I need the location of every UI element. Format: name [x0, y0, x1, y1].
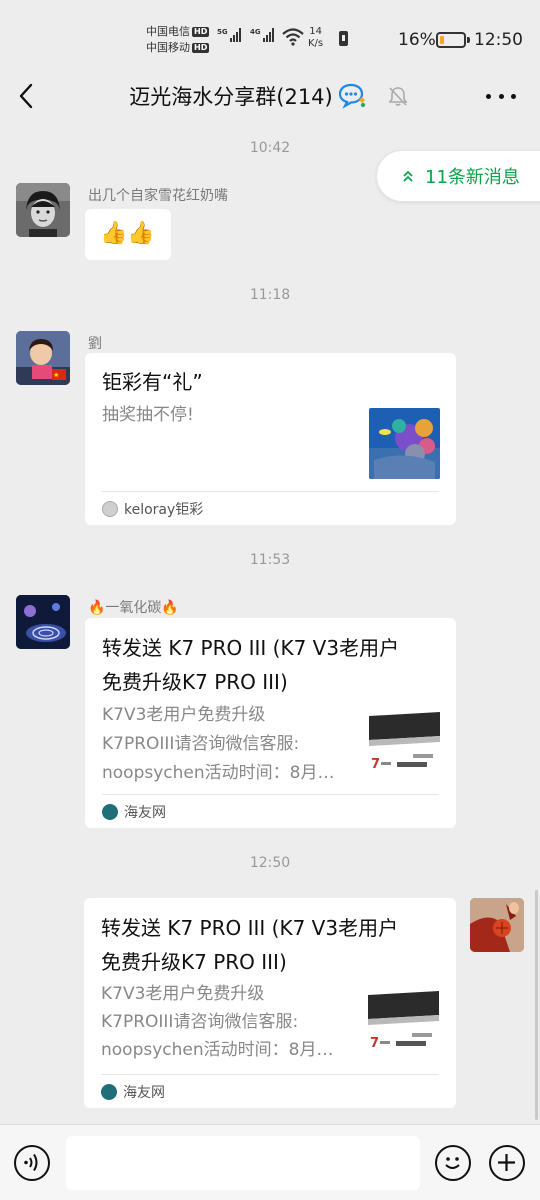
- status-bar: 中国电信 HD 中国移动 HD 5G 4G 14 K/s 16% 12:50: [0, 0, 540, 72]
- emoji-button[interactable]: [435, 1145, 471, 1181]
- sender-name: 🔥一氧化碳🔥: [88, 600, 179, 616]
- mute-bell-icon: [388, 87, 408, 106]
- card-source: 海友网: [102, 802, 166, 822]
- sim-card-icon: [339, 31, 348, 46]
- wifi-icon: [282, 28, 304, 46]
- shared-link-card[interactable]: 转发送 K7 PRO III (K7 V3老用户 免费升级K7 PRO III)…: [84, 898, 456, 1108]
- avatar[interactable]: [470, 898, 524, 952]
- sender-name: 劉: [88, 336, 102, 352]
- sender-name: 出几个自家雪花红奶嘴: [88, 188, 228, 204]
- card-description-line-3: noopsychen活动时间：8月…: [102, 763, 335, 783]
- card-title-line-1: 转发送 K7 PRO III (K7 V3老用户: [102, 636, 400, 660]
- battery-icon: [436, 32, 470, 48]
- battery-percent: 16%: [398, 30, 436, 50]
- chat-title-wrap: 迈光海水分享群(214): [0, 81, 540, 111]
- svg-text:7: 7: [371, 757, 380, 772]
- card-description-line-1: K7V3老用户免费升级: [102, 705, 266, 725]
- card-source-name: 海友网: [124, 805, 166, 821]
- carrier-info: 中国电信 HD 中国移动 HD: [146, 24, 210, 56]
- thumbs-up-emoji: 👍👍: [100, 221, 155, 246]
- card-thumbnail: [369, 408, 440, 479]
- card-source-name: 海友网: [123, 1085, 165, 1101]
- net-speed-unit: K/s: [308, 38, 324, 49]
- message-input[interactable]: [66, 1136, 420, 1190]
- group-chat-badge-icon: [338, 83, 365, 109]
- hd-badge-2: HD: [192, 43, 210, 53]
- hd-badge-1: HD: [192, 27, 210, 37]
- timestamp: 12:50: [249, 855, 291, 871]
- signal-5g-icon: 5G: [217, 28, 241, 42]
- card-divider: [102, 491, 439, 492]
- card-description: 抽奖抽不停!: [102, 405, 194, 425]
- card-source-name: keloray钜彩: [124, 502, 204, 518]
- new-messages-label: 11条新消息: [425, 167, 520, 188]
- chat-header: 迈光海水分享群(214): [0, 72, 540, 120]
- avatar[interactable]: [16, 595, 70, 649]
- shared-link-card[interactable]: 转发送 K7 PRO III (K7 V3老用户 免费升级K7 PRO III)…: [85, 618, 456, 828]
- voice-wave-icon: [24, 1153, 38, 1172]
- card-source: 海友网: [101, 1082, 165, 1102]
- battery-fill: [440, 36, 444, 44]
- message-bubble[interactable]: 👍👍: [85, 209, 171, 260]
- timestamp: 11:18: [249, 287, 291, 303]
- avatar[interactable]: [16, 183, 70, 237]
- smiley-icon: [445, 1157, 460, 1169]
- avatar[interactable]: [16, 331, 70, 385]
- carrier-1: 中国电信: [146, 25, 190, 38]
- net-speed: 14 K/s: [308, 26, 323, 50]
- source-logo-icon: [102, 501, 118, 517]
- source-logo-icon: [102, 804, 118, 820]
- card-divider: [101, 1074, 439, 1075]
- source-logo-icon: [101, 1084, 117, 1100]
- carrier-2: 中国移动: [146, 41, 190, 54]
- voice-input-button[interactable]: [14, 1145, 50, 1181]
- card-title-line-2: 免费升级K7 PRO III): [102, 670, 288, 694]
- card-description-line-1: K7V3老用户免费升级: [101, 984, 265, 1004]
- double-chevron-up-icon: [403, 170, 413, 182]
- input-bar: [0, 1124, 540, 1200]
- card-description-line-3: noopsychen活动时间：8月…: [101, 1040, 334, 1060]
- chat-title: 迈光海水分享群(214): [129, 85, 333, 109]
- new-messages-button[interactable]: 11条新消息: [376, 150, 540, 202]
- timestamp: 11:53: [249, 552, 291, 568]
- signal-4g-label: 4G: [250, 28, 261, 36]
- plus-icon: [498, 1154, 515, 1171]
- status-time: 12:50: [474, 30, 523, 50]
- card-title: 钜彩有“礼”: [102, 370, 203, 394]
- card-description-line-2: K7PROIII请咨询微信客服:: [102, 734, 300, 754]
- signal-4g-icon: 4G: [250, 28, 274, 42]
- card-divider: [102, 794, 439, 795]
- card-title-line-1: 转发送 K7 PRO III (K7 V3老用户: [101, 916, 399, 940]
- card-thumbnail: 7: [369, 710, 440, 781]
- signal-5g-label: 5G: [217, 28, 228, 36]
- net-speed-value: 14: [309, 26, 322, 37]
- card-thumbnail: 7: [368, 989, 439, 1060]
- card-title-line-2: 免费升级K7 PRO III): [101, 950, 287, 974]
- svg-text:7: 7: [370, 1036, 379, 1051]
- scrollbar[interactable]: [535, 890, 538, 1120]
- add-more-button[interactable]: [489, 1145, 525, 1181]
- more-horizontal-icon[interactable]: [486, 86, 516, 106]
- card-source: keloray钜彩: [102, 499, 203, 519]
- shared-link-card[interactable]: 钜彩有“礼” 抽奖抽不停! keloray钜彩: [85, 353, 456, 525]
- card-description-line-2: K7PROIII请咨询微信客服:: [101, 1012, 299, 1032]
